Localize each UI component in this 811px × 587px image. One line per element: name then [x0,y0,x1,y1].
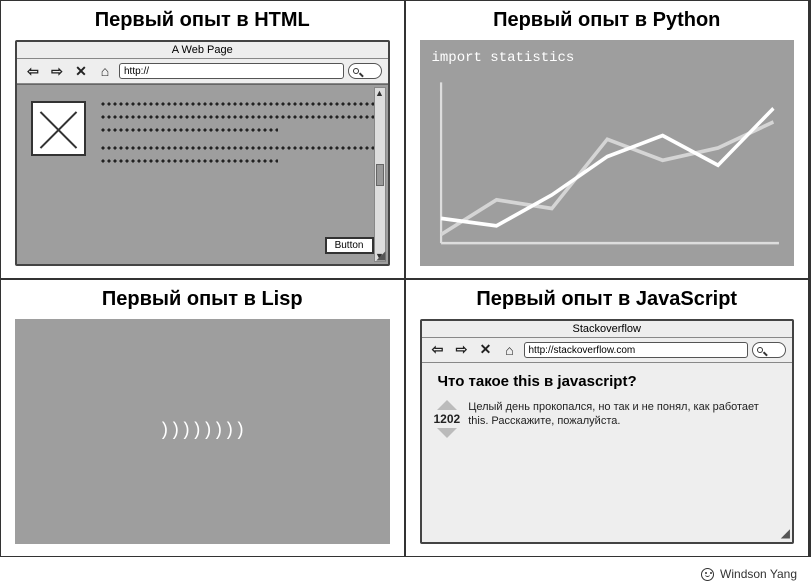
downvote-icon[interactable] [437,428,457,438]
address-bar-js[interactable]: http://stackoverflow.com [524,342,749,358]
scroll-thumb[interactable] [376,164,384,186]
author-name: Windson Yang [720,567,797,581]
scroll-up-icon[interactable]: ▲ [375,88,384,98]
python-code-label: import statistics [432,50,783,66]
stackoverflow-page: Что такое this в javascript? 1202 Целый … [422,363,793,543]
window-title: A Web Page [17,42,388,59]
search-field-js[interactable] [752,342,786,358]
panel-title-python: Первый опыт в Python [420,9,795,32]
resize-handle-icon[interactable]: ◢ [781,526,790,540]
mock-browser-html: A Web Page ⇦ ⇨ ✕ ⌂ http:// Button [15,40,390,266]
home-icon[interactable]: ⌂ [500,341,520,359]
panel-lisp: Первый опыт в Lisp )))))))) [0,279,405,558]
stop-icon[interactable]: ✕ [476,341,496,359]
browser-toolbar-js: ⇦ ⇨ ✕ ⌂ http://stackoverflow.com [422,338,793,363]
browser-toolbar: ⇦ ⇨ ✕ ⌂ http:// [17,59,388,84]
panel-title-lisp: Первый опыт в Lisp [15,288,390,311]
python-chart-area: import statistics [420,40,795,266]
panel-title-html: Первый опыт в HTML [15,9,390,32]
mock-browser-js: Stackoverflow ⇦ ⇨ ✕ ⌂ http://stackoverfl… [420,319,795,545]
lisp-parens: )))))))) [159,421,245,441]
vote-widget: 1202 [434,400,461,438]
scrollbar[interactable]: ▲ ▼ [374,87,386,262]
image-placeholder [31,101,86,156]
home-icon[interactable]: ⌂ [95,62,115,80]
upvote-icon[interactable] [437,400,457,410]
chart-series-a [441,122,773,235]
back-icon[interactable]: ⇦ [23,62,43,80]
comic-grid: Первый опыт в HTML A Web Page ⇦ ⇨ ✕ ⌂ ht… [0,0,811,557]
line-chart [430,70,785,256]
text-placeholder [100,97,374,254]
back-icon[interactable]: ⇦ [428,341,448,359]
panel-title-js: Первый опыт в JavaScript [420,288,795,311]
search-icon [353,68,359,74]
resize-handle-icon[interactable]: ◢ [376,248,385,262]
forward-icon[interactable]: ⇨ [452,341,472,359]
sample-button[interactable]: Button [325,237,374,254]
page-content: Button ▲ ▼ [17,84,388,264]
window-title-js: Stackoverflow [422,321,793,338]
forward-icon[interactable]: ⇨ [47,62,67,80]
address-bar[interactable]: http:// [119,63,344,79]
answer-block: 1202 Целый день прокопался, но так и не … [434,400,781,438]
author-credit: Windson Yang [701,567,797,581]
question-title: Что такое this в javascript? [434,373,781,390]
vote-score: 1202 [434,412,461,426]
lisp-output: )))))))) [15,319,390,545]
search-icon [757,347,763,353]
chart-series-b [441,108,773,225]
panel-html: Первый опыт в HTML A Web Page ⇦ ⇨ ✕ ⌂ ht… [0,0,405,279]
answer-text: Целый день прокопался, но так и не понял… [468,400,780,430]
panel-js: Первый опыт в JavaScript Stackoverflow ⇦… [405,279,810,558]
stop-icon[interactable]: ✕ [71,62,91,80]
search-field[interactable] [348,63,382,79]
smile-icon [701,568,714,581]
panel-python: Первый опыт в Python import statistics [405,0,810,279]
